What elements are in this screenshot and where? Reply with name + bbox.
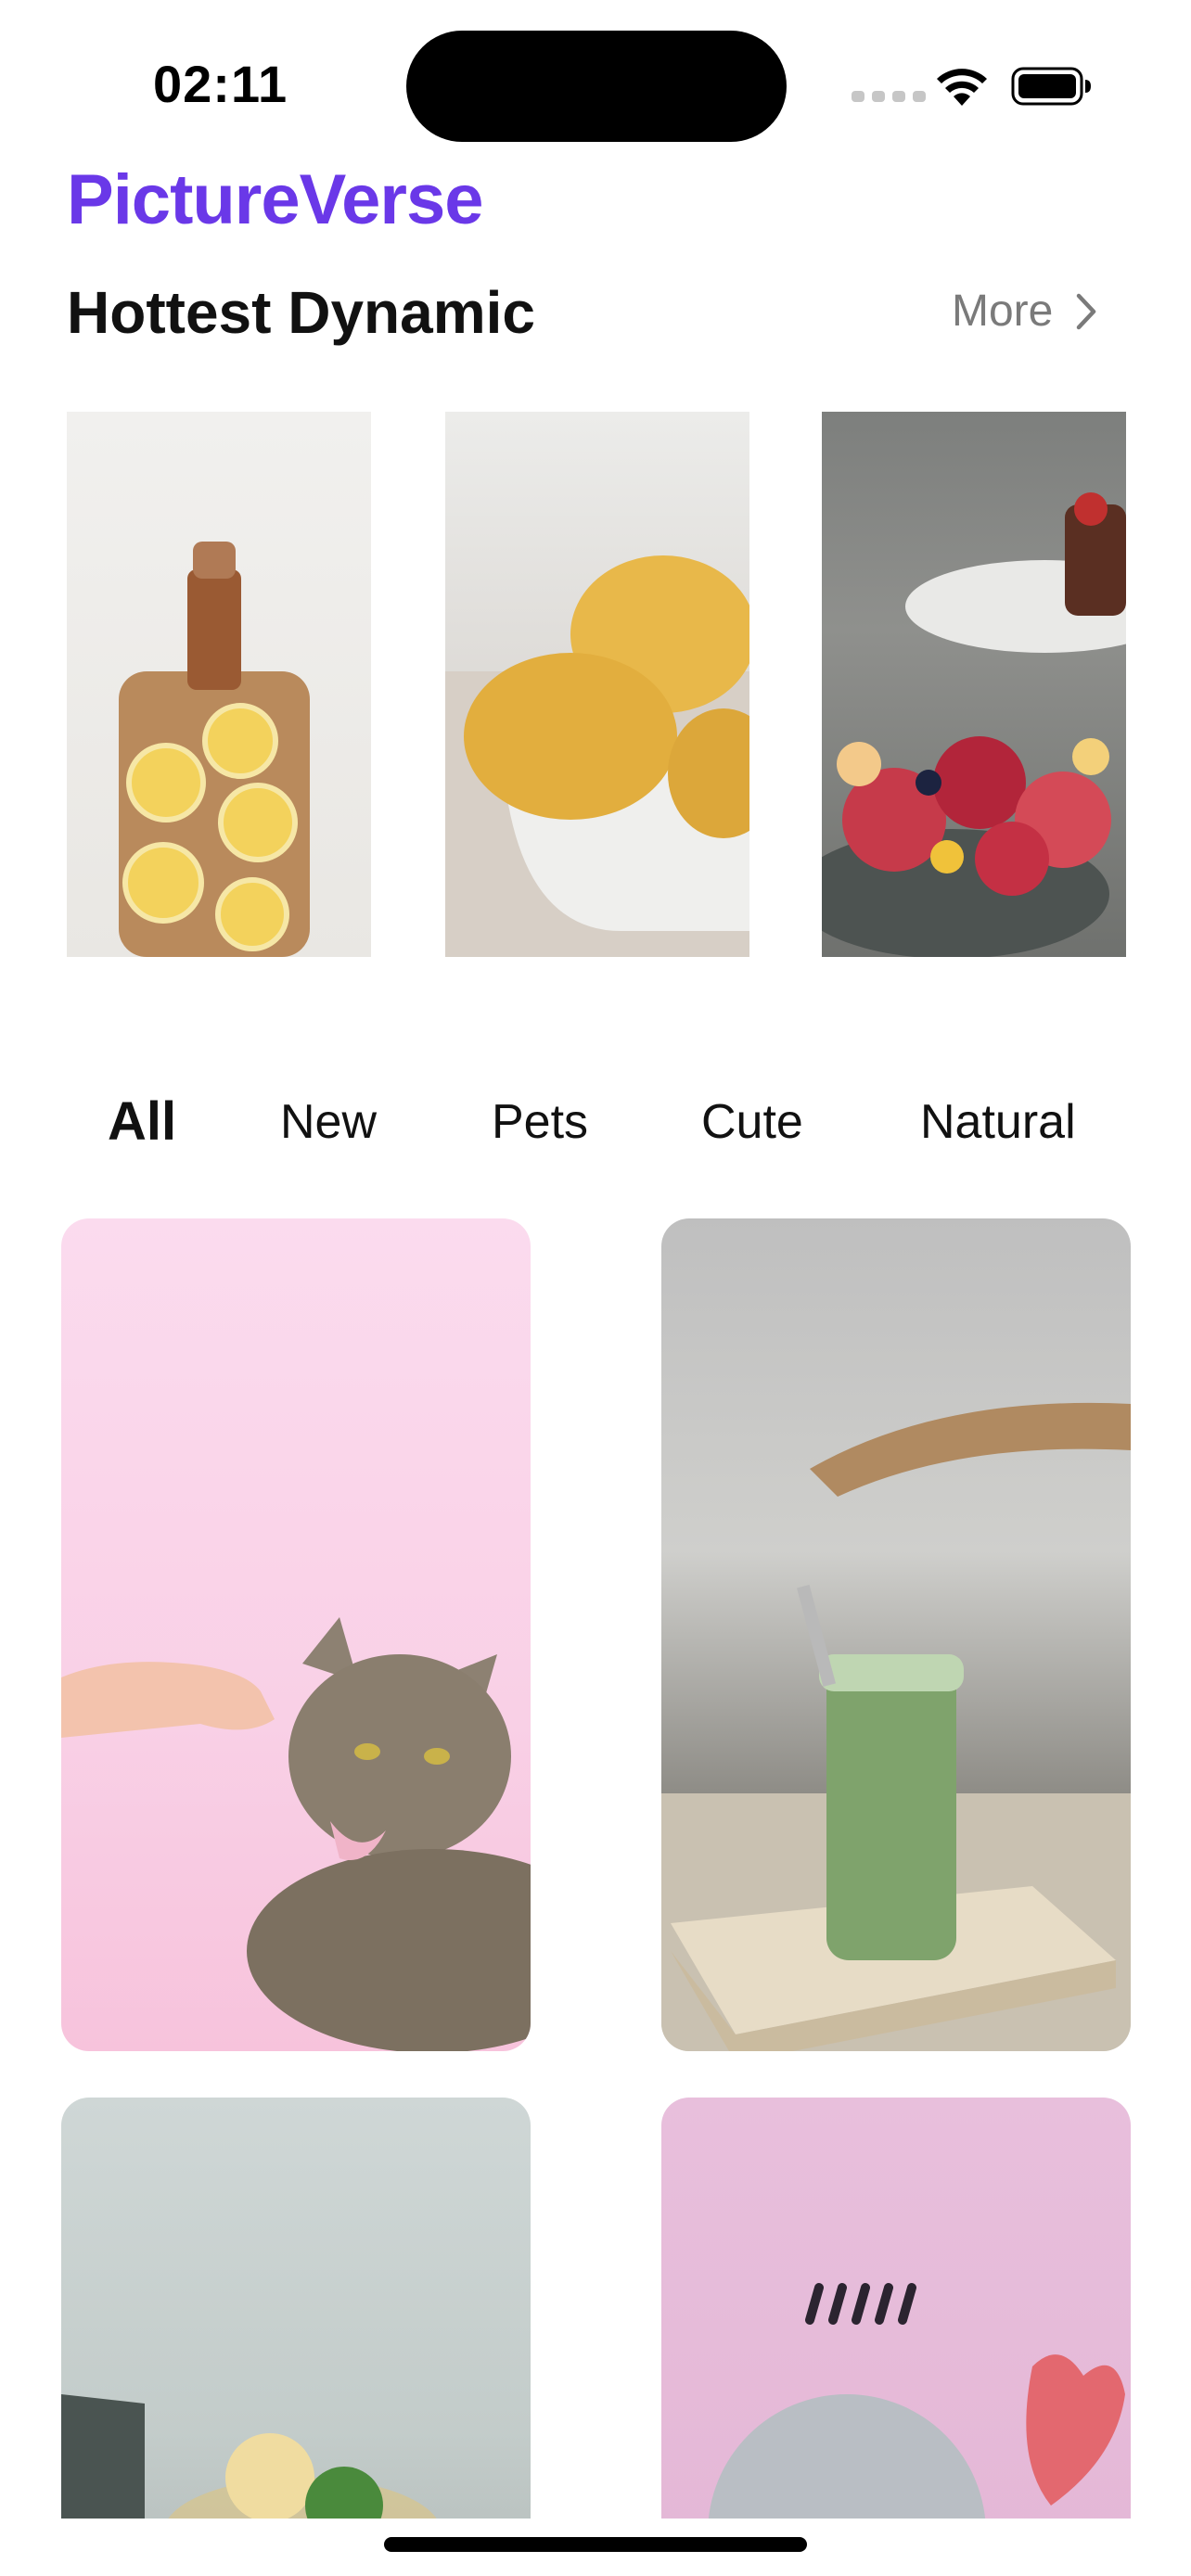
more-button[interactable]: More	[952, 286, 1099, 337]
tab-new[interactable]: New	[280, 1094, 377, 1150]
grid-image-card[interactable]	[661, 1218, 1131, 2051]
hottest-image-1[interactable]	[67, 412, 371, 957]
category-tabs: All New Pets Cute Natural	[0, 1091, 1191, 1159]
home-indicator[interactable]	[384, 2537, 807, 2552]
app-title: PictureVerse	[67, 160, 484, 239]
battery-icon	[1011, 67, 1091, 106]
tab-all[interactable]: All	[108, 1090, 176, 1153]
chevron-right-icon	[1077, 293, 1096, 329]
hottest-image-2[interactable]	[445, 412, 749, 957]
grid-image-card[interactable]	[61, 1218, 531, 2051]
grid-image-card[interactable]	[61, 2098, 531, 2576]
cellular-signal-icon	[852, 91, 926, 102]
status-bar: 02:11	[0, 0, 1191, 158]
dynamic-island	[406, 31, 787, 142]
tab-natural[interactable]: Natural	[920, 1094, 1076, 1150]
wifi-icon	[937, 69, 987, 106]
more-label: More	[952, 287, 1054, 336]
grid-image-card[interactable]	[661, 2098, 1131, 2576]
tab-pets[interactable]: Pets	[492, 1094, 588, 1150]
status-time: 02:11	[153, 55, 288, 113]
hottest-image-3[interactable]	[822, 412, 1126, 957]
hottest-section-title: Hottest Dynamic	[67, 279, 535, 346]
tab-cute[interactable]: Cute	[701, 1094, 803, 1150]
